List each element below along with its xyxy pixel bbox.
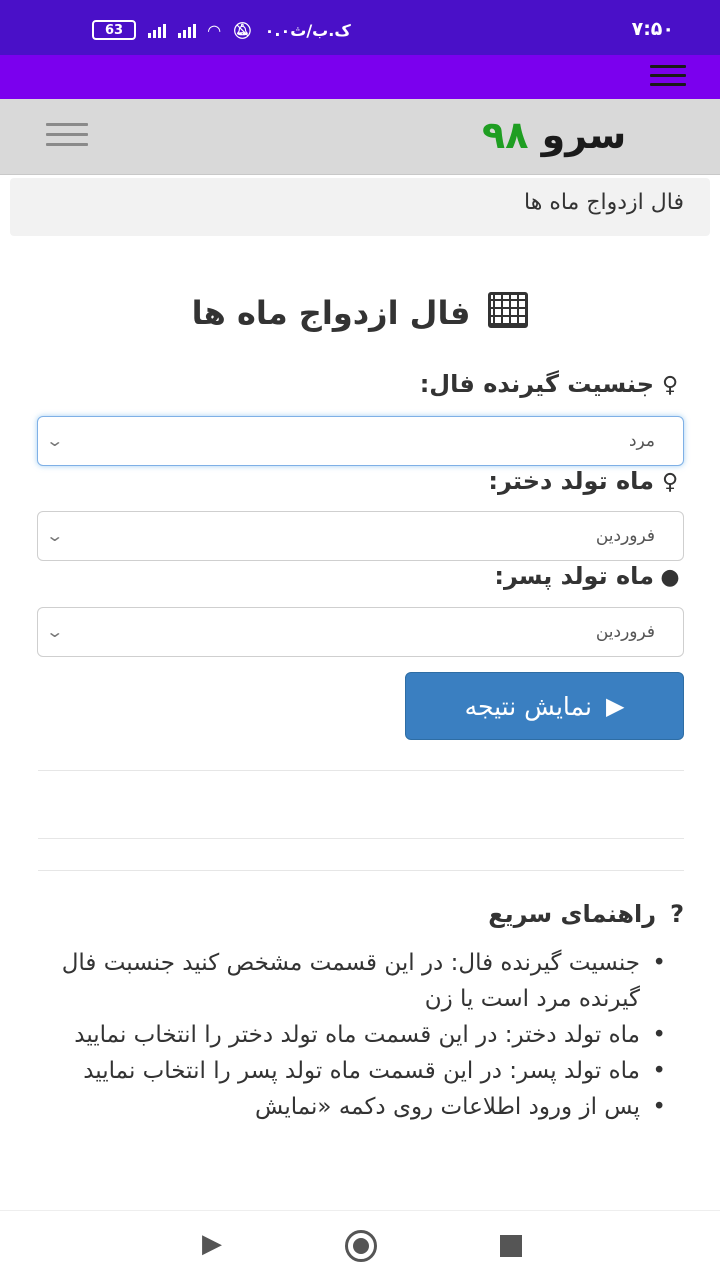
guide-title-text: راهنمای سریع	[488, 900, 657, 928]
status-icons: 63 ◠ 🔕︎ ۰.۰ک.ب/ث	[92, 20, 351, 40]
divider	[38, 838, 684, 839]
guide-title: ? راهنمای سریع	[488, 900, 684, 928]
female-icon: ♀	[661, 470, 679, 495]
signal-icon	[148, 22, 166, 38]
mute-bell-icon: 🔕︎	[232, 20, 253, 40]
network-speed: ۰.۰ک.ب/ث	[264, 20, 351, 40]
guide-list: جنسیت گیرنده فال: در این قسمت مشخص کنید …	[60, 945, 666, 1125]
chevron-down-icon: ⌄	[45, 526, 65, 545]
show-result-button[interactable]: ▶ نمایش نتیجه	[405, 672, 684, 740]
gender-value: مرد	[628, 431, 655, 451]
system-nav-bar: ▶	[0, 1210, 720, 1280]
home-icon[interactable]	[345, 1230, 377, 1262]
nav-toggle-icon[interactable]	[46, 123, 88, 149]
logo-text: سرو	[541, 113, 627, 157]
site-logo[interactable]: سرو ۹۸	[482, 113, 626, 157]
app-bar	[0, 55, 720, 99]
gender-label-text: جنسیت گیرنده فال:	[419, 370, 654, 398]
recents-icon[interactable]	[500, 1235, 522, 1257]
girl-month-label-text: ماه تولد دختر:	[488, 467, 654, 495]
divider	[38, 770, 684, 771]
clock: ۷:۵۰	[631, 18, 674, 40]
signal-icon-2	[178, 22, 196, 38]
back-icon[interactable]: ▶	[202, 1229, 222, 1259]
girl-month-label: ♀ ماه تولد دختر:	[488, 467, 680, 495]
page-title: فال ازدواج ماه ها	[0, 292, 720, 332]
girl-month-value: فروردین	[595, 526, 655, 546]
show-result-label: نمایش نتیجه	[464, 691, 592, 721]
boy-month-label: ●ماه تولد پسر:	[494, 562, 680, 590]
breadcrumb-current: فال ازدواج ماه ها	[524, 190, 684, 215]
guide-item: جنسیت گیرنده فال: در این قسمت مشخص کنید …	[60, 945, 666, 1017]
guide-item: ماه تولد دختر: در این قسمت ماه تولد دختر…	[60, 1017, 666, 1053]
boy-month-label-text: ماه تولد پسر:	[494, 562, 654, 590]
page-title-text: فال ازدواج ماه ها	[191, 294, 471, 332]
app-menu-icon[interactable]	[650, 65, 686, 89]
girl-month-select[interactable]: فروردین ⌄	[37, 511, 684, 561]
status-bar: 63 ◠ 🔕︎ ۰.۰ک.ب/ث ۷:۵۰	[0, 0, 720, 55]
guide-item: ماه تولد پسر: در این قسمت ماه تولد پسر ر…	[60, 1053, 666, 1089]
gender-select[interactable]: مرد ⌄	[37, 416, 684, 466]
boy-month-select[interactable]: فروردین ⌄	[37, 607, 684, 657]
breadcrumb: فال ازدواج ماه ها	[10, 178, 710, 236]
divider	[38, 870, 684, 871]
wifi-icon: ◠	[208, 20, 221, 40]
battery-icon: 63	[92, 20, 136, 40]
user-icon: ●	[660, 565, 680, 590]
play-icon: ▶	[605, 692, 625, 720]
logo-number: ۹۸	[482, 113, 529, 157]
chevron-down-icon: ⌄	[45, 431, 65, 450]
female-icon: ♀	[661, 373, 679, 398]
calculator-icon	[488, 292, 529, 328]
chevron-down-icon: ⌄	[45, 622, 65, 641]
question-icon: ?	[670, 900, 684, 928]
gender-label: ♀ جنسیت گیرنده فال:	[420, 370, 680, 398]
boy-month-value: فروردین	[595, 622, 655, 642]
site-header: سرو ۹۸	[0, 99, 720, 175]
guide-item: پس از ورود اطلاعات روی دکمه «نمایش	[60, 1089, 666, 1125]
